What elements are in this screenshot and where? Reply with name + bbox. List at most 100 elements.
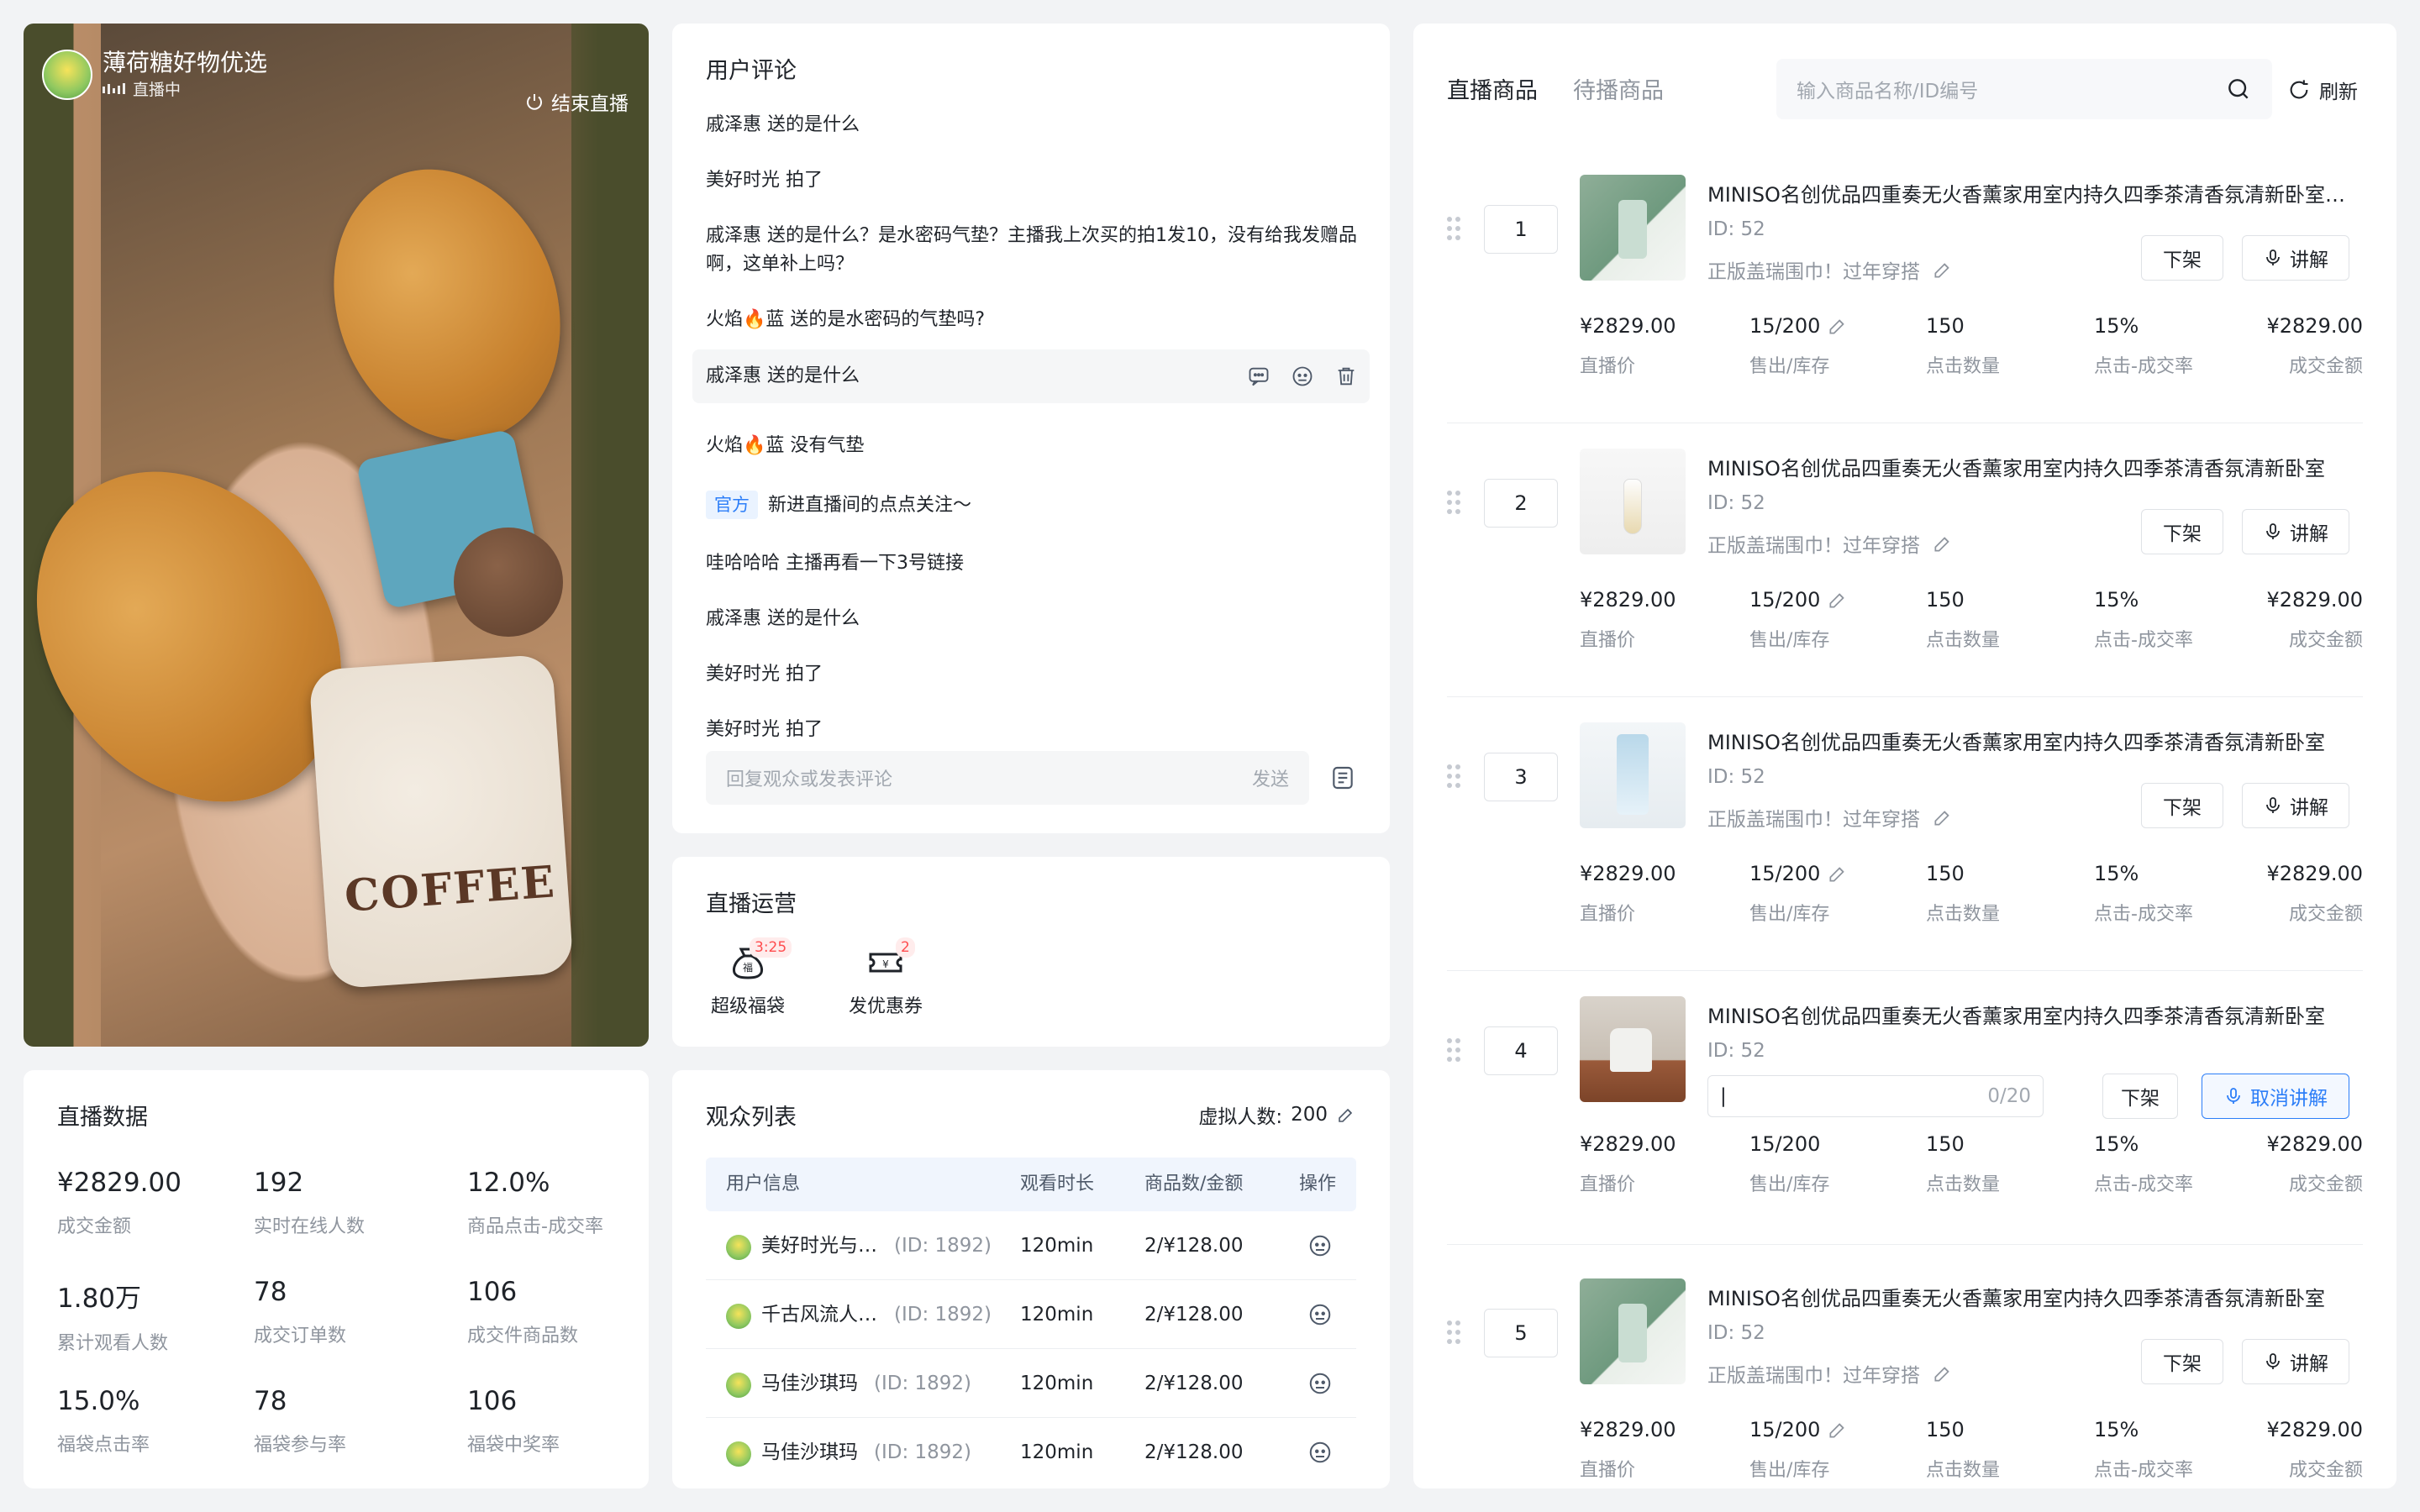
product-id: ID: 52 <box>1707 492 1765 514</box>
delist-button[interactable]: 下架 <box>2141 235 2223 281</box>
viewer-name: 马佳沙琪玛 <box>761 1373 858 1394</box>
edit-stock-icon[interactable] <box>1827 1419 1849 1441</box>
chat-user-icon[interactable] <box>1307 1233 1333 1258</box>
comment-list-icon[interactable] <box>1329 764 1356 791</box>
end-live-button[interactable]: 结束直播 <box>524 87 629 116</box>
search-icon[interactable] <box>2225 76 2252 102</box>
comment-item[interactable]: 戚泽惠 送的是什么 <box>706 111 1370 139</box>
super-lucky-bag-button[interactable]: 福 3:25 超级福袋 <box>706 937 792 1018</box>
comment-item[interactable]: 戚泽惠 送的是什么？是水密码气垫？主播我上次买的拍1发10，没有给我发赠品啊，这… <box>706 222 1370 279</box>
edit-icon[interactable] <box>1932 533 1954 554</box>
metric-value: 15/200 <box>1749 314 1821 338</box>
stat-value: ¥2829.00 <box>57 1168 182 1198</box>
product-name[interactable]: MINISO名创优品四重奏无火香薰家用室内持久四季茶清香氛清新卧室 <box>1707 726 2363 755</box>
metric-value: ¥2829.00 <box>2266 314 2363 338</box>
metric-revenue: ¥2829.00 成交金额 <box>2266 862 2363 926</box>
product-name[interactable]: MINISO名创优品四重奏无火香薰家用室内持久四季茶清香氛清新卧室 <box>1707 1282 2363 1311</box>
drag-handle-icon[interactable] <box>1447 764 1460 788</box>
delist-button[interactable]: 下架 <box>2141 783 2223 828</box>
stat-bag-win: 106 福袋中奖率 <box>467 1386 560 1457</box>
stat-label: 福袋点击率 <box>57 1435 150 1456</box>
metric-value: 15% <box>2094 588 2139 612</box>
product-index-input[interactable]: 2 <box>1484 479 1558 528</box>
drag-handle-icon[interactable] <box>1447 217 1460 240</box>
send-coupon-button[interactable]: ¥ 2 发优惠券 <box>844 937 928 1018</box>
delist-button[interactable]: 下架 <box>2141 1339 2223 1384</box>
metric-value: ¥2829.00 <box>1580 314 1676 338</box>
metric-value: 150 <box>1926 1418 1965 1441</box>
viewer-id: (ID: 1892) <box>874 1441 972 1463</box>
viewer-id: (ID: 1892) <box>874 1373 972 1394</box>
product-index-input[interactable]: 3 <box>1484 753 1558 801</box>
product-search-input[interactable]: 输入商品名称/ID编号 <box>1776 59 2272 119</box>
user-profile-icon[interactable] <box>1291 365 1314 388</box>
comment-item[interactable]: 火焰🔥蓝 送的是水密码的气垫吗? <box>706 306 1370 334</box>
explain-label: 讲解 <box>2290 797 2328 819</box>
comment-item-hovered[interactable]: 戚泽惠 送的是什么 <box>692 349 1370 403</box>
live-operations-panel: 直播运营 福 3:25 超级福袋 ¥ 2 发优惠券 <box>672 857 1390 1047</box>
explain-button[interactable]: 讲解 <box>2242 783 2349 828</box>
metric-sold-stock: 15/200 售出/库存 <box>1749 588 1849 652</box>
delist-button[interactable]: 下架 <box>2141 509 2223 554</box>
metric-label: 点击-成交率 <box>2094 1460 2193 1481</box>
comment-item[interactable]: 美好时光 拍了 <box>706 166 1370 195</box>
edit-stock-icon[interactable] <box>1827 315 1849 337</box>
reply-icon[interactable] <box>1247 365 1270 388</box>
product-index-input[interactable]: 1 <box>1484 205 1558 254</box>
drag-handle-icon[interactable] <box>1447 1038 1460 1062</box>
svg-text:福: 福 <box>743 961 753 974</box>
product-id: ID: 52 <box>1707 218 1765 240</box>
comment-item[interactable]: 美好时光 拍了 <box>706 716 1370 744</box>
product-index-input[interactable]: 5 <box>1484 1309 1558 1357</box>
comment-user: 戚泽惠 <box>706 365 762 386</box>
product-row: 1 MINISO名创优品四重奏无火香薰家用室内持久四季茶清香氛清新卧室四… ID: … <box>1447 150 2363 423</box>
send-button[interactable]: 发送 <box>1252 764 1289 791</box>
drag-handle-icon[interactable] <box>1447 1320 1460 1344</box>
refresh-button[interactable]: 刷新 <box>2287 76 2358 104</box>
product-name[interactable]: MINISO名创优品四重奏无火香薰家用室内持久四季茶清香氛清新卧室四… <box>1707 178 2363 207</box>
explain-button[interactable]: 讲解 <box>2242 235 2349 281</box>
cancel-explain-button[interactable]: 取消讲解 <box>2202 1074 2349 1119</box>
stat-revenue: ¥2829.00 成交金额 <box>57 1168 182 1238</box>
metric-value: 15/200 <box>1749 1418 1821 1441</box>
metric-label: 点击数量 <box>1926 356 2001 377</box>
metric-click-count: 150 点击数量 <box>1926 1418 2000 1482</box>
product-name[interactable]: MINISO名创优品四重奏无火香薰家用室内持久四季茶清香氛清新卧室 <box>1707 1000 2363 1029</box>
comment-item[interactable]: 火焰🔥蓝 没有气垫 <box>706 432 1370 460</box>
reply-input[interactable]: 回复观众或发表评论 发送 <box>706 751 1309 805</box>
mic-icon <box>2263 522 2283 542</box>
video-scene: COFFEE <box>24 24 597 1047</box>
edit-stock-icon[interactable] <box>1827 589 1849 611</box>
edit-icon[interactable] <box>1932 259 1954 281</box>
edit-icon[interactable] <box>1932 806 1954 828</box>
coupon-label: 发优惠券 <box>848 996 923 1017</box>
coupon-count-badge: 2 <box>896 937 915 958</box>
explain-note-input[interactable]: | 0/20 <box>1707 1075 2044 1117</box>
comment-item[interactable]: 哇哈哈哈 主播再看一下3号链接 <box>706 549 1370 578</box>
product-index-input[interactable]: 4 <box>1484 1026 1558 1075</box>
delete-icon[interactable] <box>1334 365 1358 388</box>
tab-live-products[interactable]: 直播商品 <box>1447 72 1538 105</box>
explain-button[interactable]: 讲解 <box>2242 1339 2349 1384</box>
edit-stock-icon[interactable] <box>1827 863 1849 885</box>
explain-button[interactable]: 讲解 <box>2242 509 2349 554</box>
tab-pending-products[interactable]: 待播商品 <box>1573 72 1664 105</box>
edit-icon[interactable] <box>1932 1362 1954 1384</box>
edit-icon[interactable] <box>1336 1105 1356 1125</box>
stat-value: 1.80万 <box>57 1284 142 1314</box>
drag-handle-icon[interactable] <box>1447 491 1460 514</box>
delist-button[interactable]: 下架 <box>2102 1074 2178 1119</box>
chat-user-icon[interactable] <box>1307 1302 1333 1327</box>
purchase-amount: 2/¥128.00 <box>1144 1304 1244 1326</box>
chat-user-icon[interactable] <box>1307 1371 1333 1396</box>
chat-user-icon[interactable] <box>1307 1440 1333 1465</box>
comment-user: 美好时光 <box>706 719 781 740</box>
stat-value: 106 <box>467 1386 518 1416</box>
stat-total-views: 1.80万 累计观看人数 <box>57 1277 168 1355</box>
comment-item[interactable]: 戚泽惠 送的是什么 <box>706 605 1370 633</box>
comment-item-official[interactable]: 官方 新进直播间的点点关注～ <box>706 491 1370 520</box>
comment-item[interactable]: 美好时光 拍了 <box>706 660 1370 689</box>
product-name[interactable]: MINISO名创优品四重奏无火香薰家用室内持久四季茶清香氛清新卧室 <box>1707 452 2363 481</box>
product-id: ID: 52 <box>1707 1322 1765 1344</box>
audience-row: 马佳沙琪玛 (ID: 1892) 120min 2/¥128.00 <box>706 1418 1356 1487</box>
